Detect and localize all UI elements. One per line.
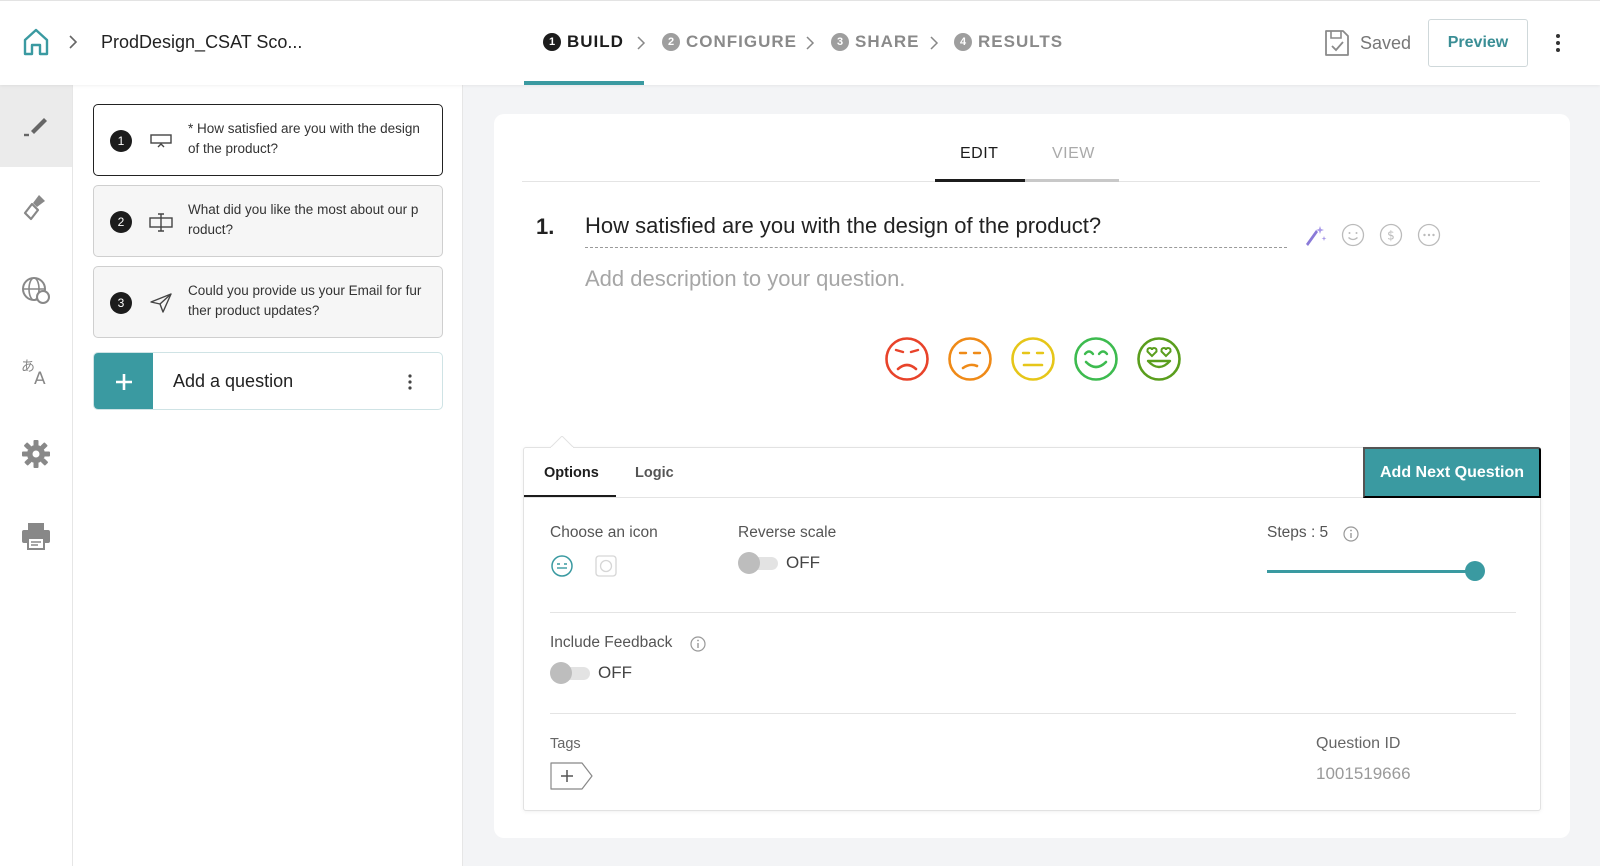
chevron-right-icon	[69, 35, 78, 49]
reverse-scale-label: Reverse scale	[738, 524, 837, 541]
translate-icon: あ A	[21, 359, 46, 389]
question-card-2[interactable]: 2 What did you like the most about our p…	[93, 185, 443, 257]
tags-label: Tags	[550, 736, 581, 752]
survey-title[interactable]: ProdDesign_CSAT Sco...	[101, 32, 302, 53]
include-feedback-state: OFF	[598, 663, 632, 682]
very-dissatisfied-face-icon[interactable]	[884, 336, 930, 382]
chevron-right-icon	[806, 36, 815, 50]
rail-item-print[interactable]	[0, 495, 72, 577]
choose-icon-label: Choose an icon	[550, 524, 658, 541]
dissatisfied-face-icon[interactable]	[947, 336, 993, 382]
rail-item-translate[interactable]: あ A	[0, 331, 72, 413]
globe-icon	[22, 277, 50, 304]
include-feedback-toggle[interactable]	[550, 662, 590, 684]
inactive-tab-indicator	[1025, 179, 1119, 182]
rating-scale-icon	[150, 134, 172, 148]
rating-faces	[884, 336, 1182, 382]
info-icon[interactable]	[689, 635, 707, 653]
question-card-3[interactable]: 3 Could you provide us your Email for fu…	[93, 266, 443, 338]
steps-label: Steps : 5	[1267, 524, 1329, 541]
active-options-tab-indicator	[524, 495, 616, 497]
very-satisfied-face-icon[interactable]	[1136, 336, 1182, 382]
step-results[interactable]: 4 RESULTS	[954, 32, 1063, 52]
chevron-right-icon	[637, 36, 646, 50]
neutral-face-icon[interactable]	[1010, 336, 1056, 382]
question-description-input[interactable]: Add description to your question.	[585, 266, 905, 292]
emoji-icon[interactable]	[1340, 222, 1366, 248]
more-vertical-icon[interactable]	[1553, 31, 1563, 55]
question-actions: $	[1302, 222, 1442, 248]
question-editor-card: EDIT VIEW 1. How satisfied are you with …	[494, 114, 1570, 838]
reverse-scale-toggle[interactable]	[738, 552, 778, 574]
question-options-panel: Options Logic Add Next Question Choose a…	[523, 436, 1541, 811]
step-build[interactable]: 1 BUILD	[543, 32, 624, 52]
chevron-right-icon	[930, 36, 939, 50]
currency-icon[interactable]: $	[1378, 222, 1404, 248]
more-options-icon[interactable]	[1416, 222, 1442, 248]
preview-button[interactable]: Preview	[1428, 19, 1528, 67]
satisfied-face-icon[interactable]	[1073, 336, 1119, 382]
edit-view-tabs: EDIT VIEW	[522, 114, 1540, 182]
tab-view[interactable]: VIEW	[1052, 145, 1095, 163]
tab-edit[interactable]: EDIT	[960, 145, 998, 163]
tab-logic[interactable]: Logic	[635, 465, 674, 481]
add-question-label: Add a question	[173, 371, 294, 391]
rail-item-settings[interactable]	[0, 413, 72, 495]
step-share[interactable]: 3 SHARE	[831, 32, 920, 52]
pen-edit-icon	[24, 118, 47, 137]
include-feedback-label: Include Feedback	[550, 634, 673, 651]
divider	[550, 713, 1516, 714]
panel-pointer	[550, 436, 574, 448]
home-icon[interactable]	[21, 27, 51, 57]
step-configure[interactable]: 2 CONFIGURE	[662, 32, 797, 52]
saved-document-icon	[1325, 30, 1349, 56]
svg-text:あ: あ	[21, 359, 35, 375]
question-id-value: 1001519666	[1316, 764, 1411, 783]
more-vertical-icon[interactable]	[406, 373, 414, 391]
text-input-icon	[149, 213, 173, 232]
tab-options[interactable]: Options	[544, 465, 599, 481]
gear-icon	[22, 440, 50, 468]
question-card-1[interactable]: 1 * How satisfied are you with the desig…	[93, 104, 443, 176]
reverse-scale-state: OFF	[786, 553, 820, 572]
svg-text:A: A	[34, 369, 46, 389]
ai-sparkle-icon[interactable]	[1302, 222, 1328, 248]
saved-status: Saved	[1360, 33, 1412, 53]
question-id-label: Question ID	[1316, 735, 1401, 752]
rail-item-edit[interactable]	[0, 85, 72, 167]
plus-icon[interactable]	[94, 353, 153, 409]
question-card-text: Could you provide us your Email for fur …	[188, 283, 422, 318]
radio-circle-option-icon[interactable]	[594, 554, 618, 578]
left-icon-rail: あ A	[0, 85, 73, 866]
smiley-face-option-icon[interactable]	[550, 554, 574, 578]
top-bar: ProdDesign_CSAT Sco... 1 BUILD 2 CONFIGU…	[0, 0, 1600, 85]
printer-icon	[22, 523, 50, 550]
send-icon	[150, 293, 172, 313]
info-icon[interactable]	[1342, 525, 1360, 543]
rail-item-theme[interactable]	[0, 167, 72, 249]
paint-brush-icon	[23, 195, 45, 221]
divider	[550, 612, 1516, 613]
active-tab-indicator	[935, 179, 1025, 182]
add-tag-icon[interactable]	[550, 761, 594, 791]
question-title-input[interactable]: How satisfied are you with the design of…	[585, 213, 1287, 248]
rail-item-languages-globe[interactable]	[0, 249, 72, 331]
active-step-indicator	[524, 81, 644, 85]
question-card-text: What did you like the most about our p r…	[188, 202, 419, 237]
add-question-button[interactable]: Add a question	[93, 352, 443, 410]
add-next-question-button[interactable]: Add Next Question	[1363, 447, 1541, 498]
question-list-panel: 1 * How satisfied are you with the desig…	[73, 85, 463, 866]
question-card-text: * How satisfied are you with the design …	[188, 121, 420, 156]
steps-slider-handle[interactable]	[1465, 561, 1485, 581]
steps-slider-track[interactable]	[1267, 570, 1475, 573]
question-number: 1.	[536, 214, 555, 239]
svg-text:$: $	[1387, 229, 1395, 243]
